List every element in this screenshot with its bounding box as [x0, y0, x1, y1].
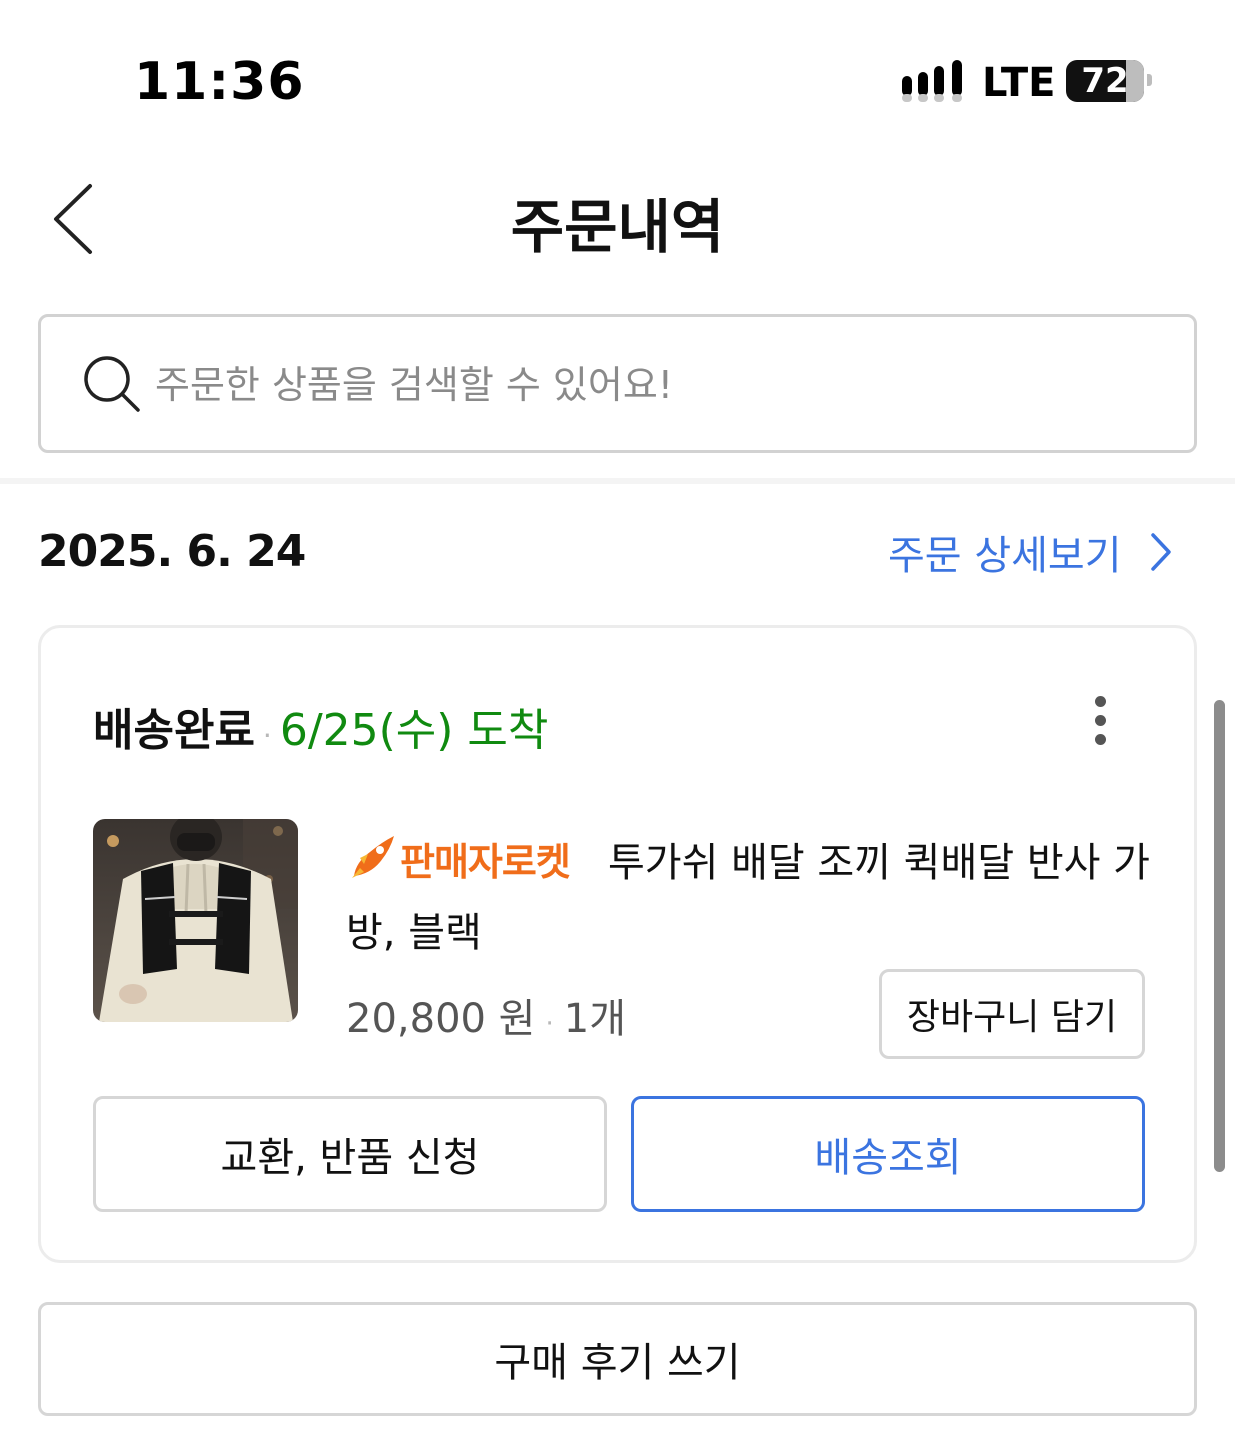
exchange-return-button[interactable]: 교환, 반품 신청 [93, 1096, 607, 1212]
status-time: 11:36 [134, 52, 305, 112]
add-to-cart-button[interactable]: 장바구니 담기 [879, 969, 1145, 1059]
page-title: 주문내역 [510, 193, 725, 261]
write-review-button[interactable]: 구매 후기 쓰기 [38, 1302, 1197, 1416]
search-box[interactable] [38, 314, 1197, 453]
order-date: 2025. 6. 24 [38, 526, 306, 577]
product-image[interactable] [93, 819, 298, 1022]
search-input[interactable] [155, 347, 1155, 423]
separator-dot: · [262, 719, 272, 752]
scrollbar[interactable] [1214, 700, 1225, 1172]
product-quantity: 1개 [563, 996, 626, 1042]
chevron-right-icon [1150, 533, 1171, 571]
product-price: 20,800 원 [346, 996, 536, 1042]
product-photo [93, 819, 298, 1022]
price-quantity: 20,800 원 · 1개 [346, 986, 626, 1044]
battery-cap [1147, 74, 1152, 86]
product-name[interactable]: 투가쉬 배달 조끼 퀵배달 반사 가방, 블랙 [346, 828, 1151, 968]
order-detail-label: 주문 상세보기 [888, 533, 1122, 579]
battery-icon: 72 [1066, 60, 1144, 102]
order-history-screen: 11:36 LTE 72 주문내역 주문한 상품을 검색할 수 있어요! 202… [0, 0, 1235, 1440]
track-delivery-button[interactable]: 배송조회 [631, 1096, 1145, 1212]
separator-dot: · [545, 1009, 554, 1039]
order-card: 배송완료 · 6/25(수) 도착 판매자로켓 투가쉬 배달 조끼 퀵배달 반사… [38, 625, 1197, 1263]
battery-level: 72 [1081, 61, 1129, 101]
network-type: LTE [982, 60, 1056, 106]
delivery-status-line: 배송완료 · 6/25(수) 도착 [93, 694, 548, 758]
arrival-date: 6/25(수) 도착 [279, 705, 549, 756]
order-detail-link[interactable]: 주문 상세보기 [888, 524, 1172, 580]
search-icon [84, 356, 140, 412]
kebab-menu-icon [1087, 696, 1113, 745]
delivery-status: 배송완료 [93, 705, 255, 756]
signal-icon [902, 58, 968, 104]
section-divider [0, 478, 1235, 484]
more-options-button[interactable] [1087, 696, 1113, 756]
